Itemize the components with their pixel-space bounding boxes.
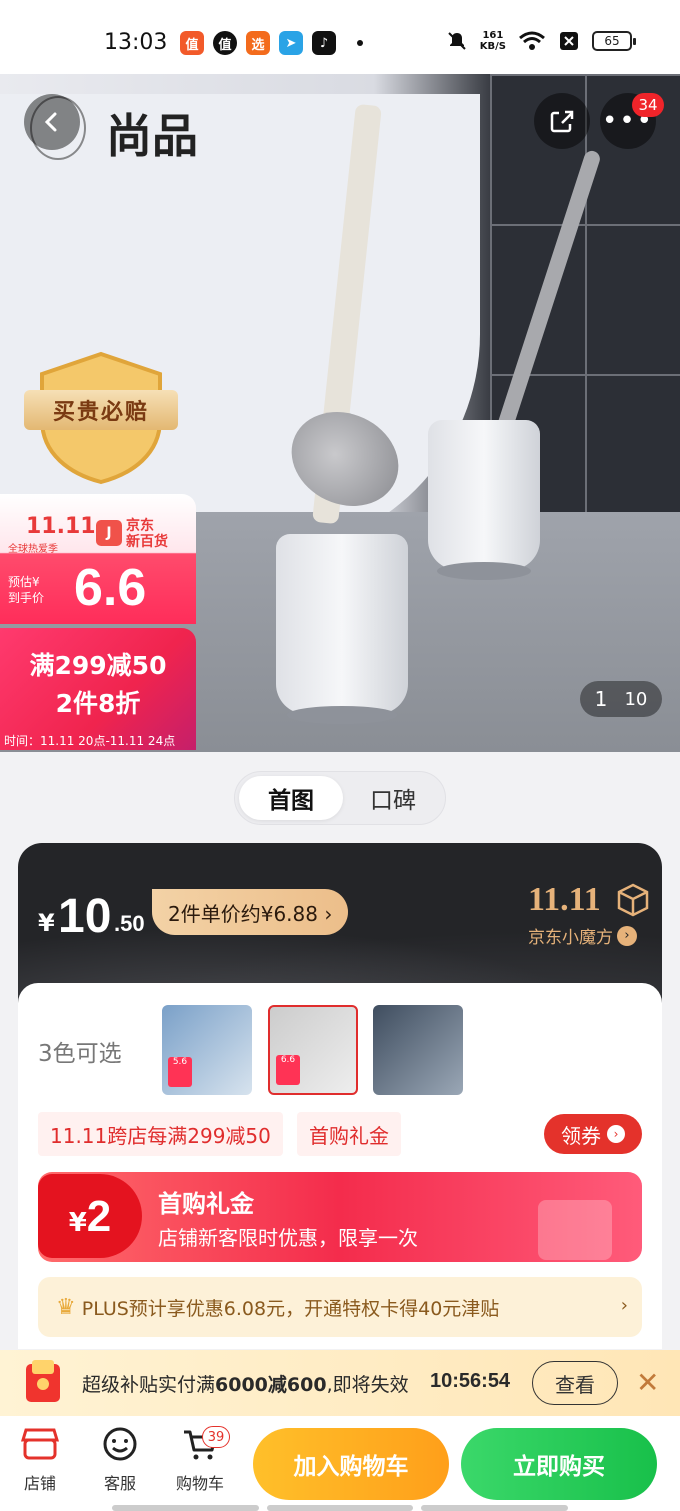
gift-box-icon [538,1200,612,1260]
customer-service-icon [103,1427,137,1461]
jd-magic-cube-label: 京东小魔方 [528,928,613,948]
battery-level: 65 [604,34,620,48]
gift-amount: ¥ 2 [38,1174,142,1258]
brush-holder-front [276,534,408,724]
zhi-app-icon: 值 [213,31,237,55]
thumbnail-price-tag: 5.6 [168,1057,192,1087]
chevron-right-icon: › [620,1295,628,1316]
get-coupon-button[interactable]: 领券 › [544,1114,642,1154]
offer-line-1: 满299减50 [29,651,167,680]
store-button[interactable]: 店铺 [10,1426,70,1494]
brush-holder-back [428,420,540,580]
gift-title: 首购礼金 [158,1190,254,1218]
subsidy-text: 超级补贴实付满6000减600,即将失效 [82,1370,409,1397]
red-envelope-icon [26,1360,60,1402]
plus-membership-bar[interactable]: ♛ PLUS预计享优惠6.08元，开通特权卡得40元津贴 › [38,1277,642,1337]
jd-logo-icon: J [96,520,122,546]
image-counter: 1 10 [580,681,662,717]
cart-count-badge: 39 [202,1426,230,1448]
image-tabs: 首图 口碑 [234,771,446,825]
mute-bell-icon [448,32,466,50]
subsidy-suffix: ,即将失效 [326,1374,409,1396]
speed-value: 161 [482,30,504,41]
add-to-cart-button[interactable]: 加入购物车 [253,1428,449,1500]
store-label: 店铺 [23,1474,56,1493]
get-coupon-label: 领券 [561,1123,601,1148]
mall-app-icon: 选 [246,31,270,55]
customer-service-button[interactable]: 客服 [90,1426,150,1494]
color-option-thumbnail[interactable] [373,1005,463,1095]
store-icon [20,1428,60,1460]
crown-icon: ♛ [56,1294,76,1320]
bottom-action-bar: 店铺 客服 购物车 39 加入购物车 立即购买 [0,1416,680,1511]
event-logo: 11.11 [26,514,96,539]
jd-magic-cube-link[interactable]: 京东小魔方 › [528,923,637,948]
sim-off-icon [560,32,578,50]
subsidy-prefix: 超级补贴实付满 [82,1374,216,1396]
buy-now-button[interactable]: 立即购买 [461,1428,657,1500]
first-purchase-gift-tag[interactable]: 首购礼金 [297,1112,401,1156]
super-subsidy-bar: 超级补贴实付满6000减600,即将失效 10:56:54 查看 ✕ [0,1350,680,1416]
offer-line-2: 2件8折 [55,689,141,718]
network-speed: 161 KB/S [480,30,506,52]
image-counter-current: 1 [594,687,608,711]
customer-service-label: 客服 [103,1474,136,1493]
event-1111-logo: 11.11 [528,881,601,918]
more-notifications-dot [357,40,363,46]
subsidy-countdown: 10:56:54 [430,1370,511,1392]
event-subtitle: 全球热爱季 [8,544,58,555]
subsidy-amount: 6000减600 [215,1374,327,1396]
notification-icons: 值 值 选 ➤ ♪ [180,31,363,55]
share-icon [550,110,574,133]
price-card: ¥ 10 .50 2件单价约¥6.88 › 11.11 京东小魔方 › [18,843,662,1003]
message-count-badge: 34 [632,93,664,117]
back-button[interactable] [24,94,80,150]
tiktok-app-icon: ♪ [312,31,336,55]
tab-reviews[interactable]: 口碑 [345,776,441,820]
guarantee-badge: 买贵必赔 [24,390,178,430]
tab-main-image[interactable]: 首图 [239,776,343,820]
chevron-right-icon: › [607,1125,625,1143]
status-bar: 13:03 值 值 选 ➤ ♪ 161 KB/S 65 [0,0,680,74]
jd-new-department-label: 京东 新百货 [126,518,168,550]
estimated-price: 6.6 [74,559,147,617]
chevron-right-icon: › [617,925,637,946]
smzdm-app-icon: 值 [180,31,204,55]
thumbnail-price-tag: 6.6 [276,1055,300,1085]
wifi-icon [519,31,545,50]
chevron-left-icon [44,112,57,132]
price-decimal: .50 [114,911,145,936]
brand-name: 尚品 [106,109,198,163]
telegram-app-icon: ➤ [279,31,303,55]
system-status: 161 KB/S 65 [446,30,636,52]
price-integer: 10 [58,890,112,943]
gift-description: 店铺新客限时优惠，限享一次 [158,1226,418,1250]
first-purchase-gift-banner[interactable]: ¥ 2 首购礼金 店铺新客限时优惠，限享一次 [38,1172,642,1262]
gesture-indicator [112,1505,569,1511]
offer-time: 时间：11.11 20点-11.11 24点 [4,734,176,748]
magic-cube-icon [617,883,649,917]
battery-indicator: 65 [592,31,636,51]
speed-unit: KB/S [479,41,506,52]
image-counter-total: 10 [624,688,648,710]
gift-value: 2 [86,1192,112,1241]
close-icon[interactable]: ✕ [636,1366,659,1399]
color-option-thumbnail[interactable]: 5.6 [162,1005,252,1095]
unit-price-pill[interactable]: 2件单价约¥6.88 › [152,889,349,935]
cart-label: 购物车 [175,1474,224,1493]
color-options-label[interactable]: 3色可选 [38,1034,122,1068]
estimated-price-label: 预估¥ 到手价 [8,575,45,605]
share-button[interactable] [534,93,590,149]
cross-store-discount-tag[interactable]: 11.11跨店每满299减50 [38,1112,283,1156]
price-currency: ¥ [38,909,55,937]
color-option-thumbnail-selected[interactable]: 6.6 [268,1005,358,1095]
status-time: 13:03 [104,30,168,55]
promo-price-card: 11.11 全球热爱季 J 京东 新百货 预估¥ 到手价 6.6 [0,494,196,624]
view-subsidy-button[interactable]: 查看 [532,1361,618,1405]
plus-membership-text: PLUS预计享优惠6.08元，开通特权卡得40元津贴 [81,1297,500,1320]
gift-currency: ¥ [68,1208,87,1238]
promo-offer-card: 满299减50 2件8折 时间：11.11 20点-11.11 24点 [0,628,196,750]
